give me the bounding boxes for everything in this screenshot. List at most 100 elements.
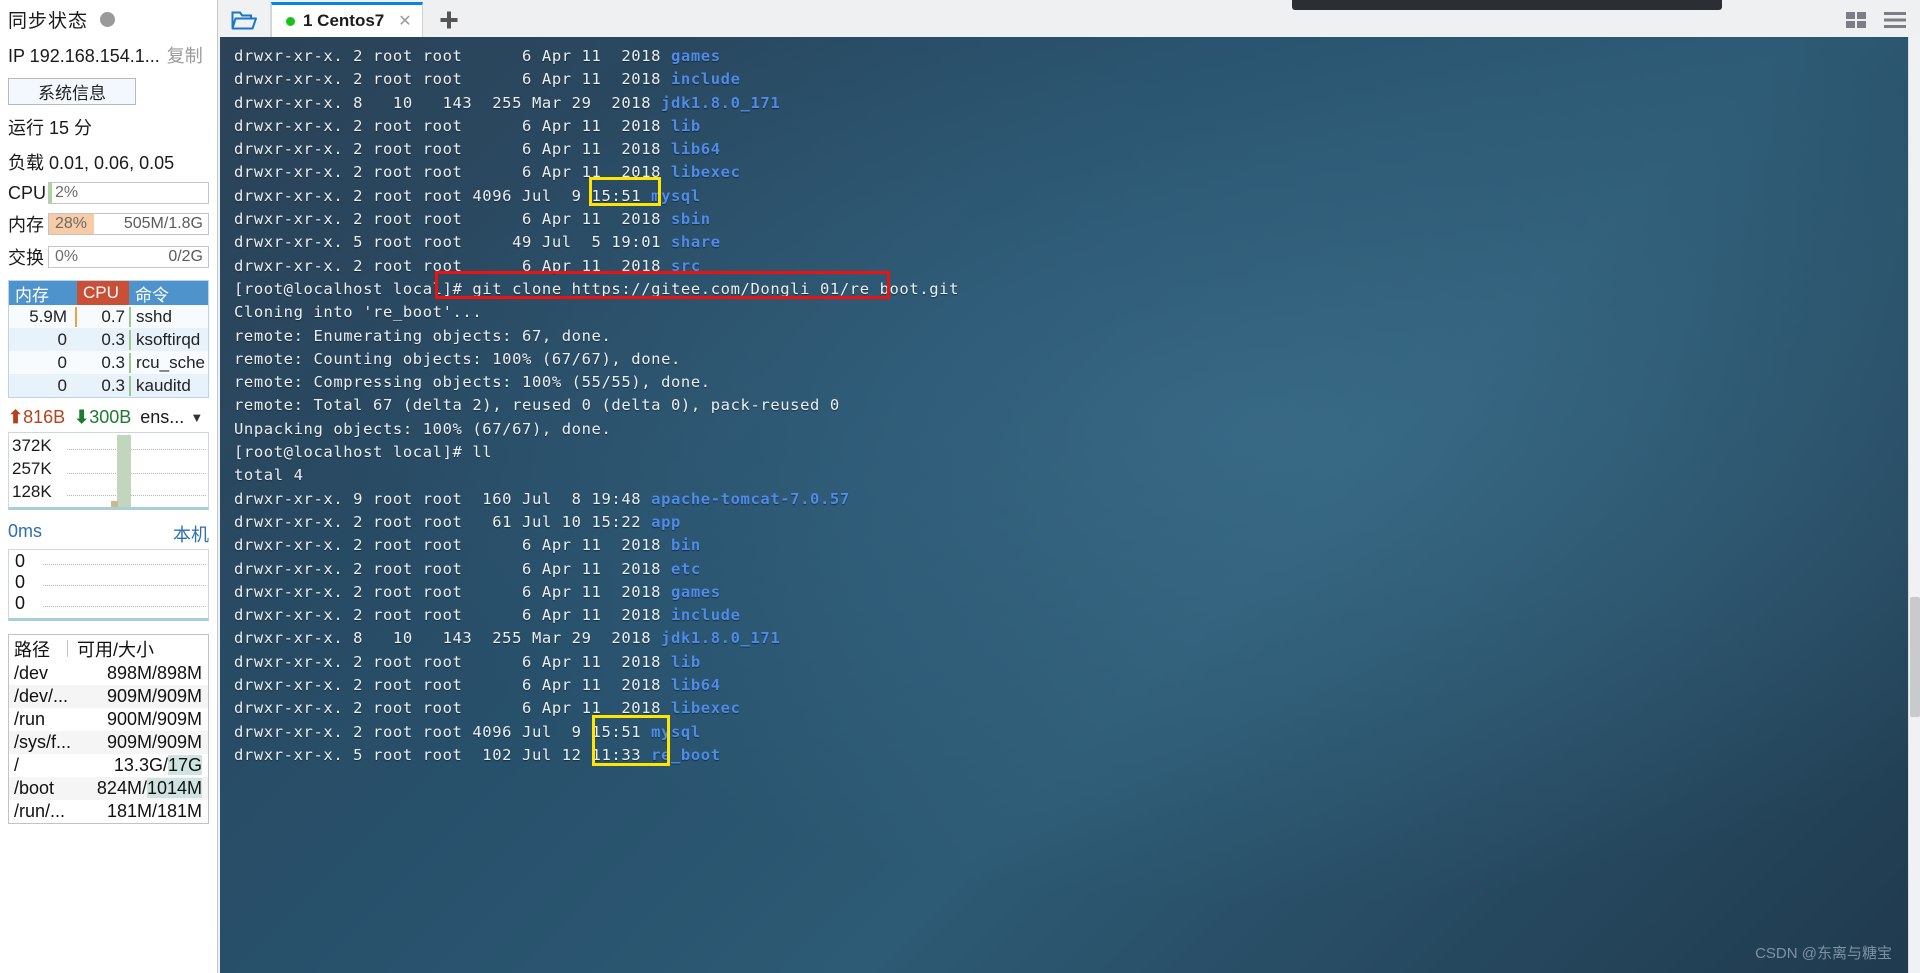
disk-path: /dev/...: [14, 686, 69, 706]
terminal-directory-name: lib: [671, 116, 701, 135]
process-cpu: 0.3: [101, 375, 125, 395]
connected-dot-icon: [286, 16, 295, 26]
ip-row: IP 192.168.154.1... 复制: [8, 42, 209, 68]
terminal-text: drwxr-xr-x. 2 root root 4096 Jul 9 15:51: [234, 722, 652, 741]
disk-path: /run: [14, 709, 46, 729]
process-table: 内存 CPU 命令 5.9M 0.7 sshd 0 0.3 ksoftirqd 0 0.3 rc…: [8, 280, 209, 398]
tab-bar: 1 Centos7 ✕: [218, 0, 1920, 37]
plus-icon[interactable]: [423, 2, 475, 37]
close-icon[interactable]: ✕: [398, 11, 411, 31]
terminal-text: total 4: [234, 466, 304, 485]
terminal-line: Cloning into 're_boot'...: [234, 301, 1908, 324]
terminal-scrollbar[interactable]: [1908, 37, 1920, 973]
memory-label: 内存: [8, 215, 44, 235]
terminal-text: drwxr-xr-x. 2 root root 6 Apr 11 2018: [234, 652, 671, 671]
tab-centos7[interactable]: 1 Centos7 ✕: [271, 2, 423, 37]
scrollbar-thumb[interactable]: [1910, 597, 1920, 717]
process-command: ksoftirqd: [129, 329, 208, 350]
terminal-text: drwxr-xr-x. 2 root root 61 Jul 10 15:22: [234, 512, 652, 531]
process-memory: 0: [57, 329, 67, 349]
status-dot-icon: [100, 12, 116, 27]
terminal-line: drwxr-xr-x. 2 root root 6 Apr 11 2018 ga…: [234, 581, 1908, 604]
terminal-line: total 4: [234, 464, 1908, 487]
arrow-down-icon: ⬇: [74, 407, 90, 427]
disk-size: 824M/1014M: [96, 778, 202, 798]
network-graph-label-2: 257K: [12, 459, 52, 478]
disk-row[interactable]: /sys/f... 909M/909M: [9, 731, 208, 754]
terminal-directory-name: app: [651, 512, 681, 531]
process-header-memory[interactable]: 内存: [9, 281, 77, 305]
terminal-directory-name: games: [671, 47, 721, 65]
terminal-text: drwxr-xr-x. 2 root root 6 Apr 11 2018: [234, 140, 671, 159]
swap-label: 交换: [8, 248, 44, 268]
disk-row[interactable]: /boot 824M/1014M: [9, 777, 208, 800]
terminal-directory-name: lib: [671, 652, 701, 671]
network-traffic-graph: 372K 257K 128K: [8, 432, 209, 510]
network-upload-value: 816B: [23, 407, 66, 427]
terminal-text: drwxr-xr-x. 5 root root 102 Jul 12 11:33: [234, 745, 652, 764]
latency-graph-label-3: 0: [15, 593, 26, 613]
disk-path: /sys/f...: [14, 732, 72, 752]
process-header-cpu[interactable]: CPU: [77, 281, 129, 305]
terminal-line: drwxr-xr-x. 2 root root 6 Apr 11 2018 li…: [234, 674, 1908, 697]
terminal-directory-name: etc: [671, 559, 701, 578]
grid-layout-icon[interactable]: [1838, 5, 1876, 35]
process-row[interactable]: 0 0.3 ksoftirqd: [9, 328, 208, 351]
disk-usage-table: 路径 可用/大小 /dev 898M/898M/dev/... 909M/909M /…: [8, 634, 209, 824]
network-graph-label-3: 128K: [12, 482, 52, 501]
terminal-text: [root@localhost local]# ll: [234, 443, 493, 462]
cpu-meter: 2%: [48, 182, 209, 204]
network-graph-bar: [111, 501, 118, 507]
cpu-label: CPU: [8, 182, 47, 203]
latency-graph-label-1: 0: [15, 551, 26, 571]
hamburger-menu-icon[interactable]: [1876, 5, 1914, 35]
process-header-command[interactable]: 命令: [129, 281, 208, 305]
process-row[interactable]: 5.9M 0.7 sshd: [9, 305, 208, 328]
terminal-text: drwxr-xr-x. 2 root root 6 Apr 11 2018: [234, 582, 671, 601]
terminal-text: remote: Enumerating objects: 67, done.: [234, 326, 612, 345]
swap-amount: 0/2G: [168, 248, 203, 265]
terminal-line: drwxr-xr-x. 5 root root 49 Jul 5 19:01 s…: [234, 231, 1908, 254]
terminal-directory-name: include: [671, 70, 741, 89]
terminal-text: Cloning into 're_boot'...: [234, 303, 483, 322]
sync-status-row: 同步状态: [8, 6, 209, 33]
process-row[interactable]: 0 0.3 kauditd: [9, 374, 208, 397]
terminal-directory-name: mysql: [651, 722, 701, 741]
terminal-text: Unpacking objects: 100% (67/67), done.: [234, 419, 612, 438]
terminal-screen[interactable]: drwxr-xr-x. 2 root root 6 Apr 11 2018 ga…: [220, 37, 1908, 973]
copy-ip-button[interactable]: 复制: [167, 42, 203, 68]
terminal-text: drwxr-xr-x. 2 root root 6 Apr 11 2018: [234, 536, 671, 555]
terminal-line: drwxr-xr-x. 2 root root 6 Apr 11 2018 in…: [234, 68, 1908, 91]
terminal-line: drwxr-xr-x. 2 root root 6 Apr 11 2018 bi…: [234, 534, 1908, 557]
disk-row[interactable]: /run 900M/909M: [9, 708, 208, 731]
terminal-directory-name: include: [671, 606, 741, 625]
disk-size: 13.3G/17G: [113, 755, 202, 775]
chevron-down-icon[interactable]: ▼: [190, 410, 203, 425]
system-info-button[interactable]: 系统信息: [8, 78, 136, 105]
process-row[interactable]: 0 0.3 rcu_sche: [9, 351, 208, 374]
disk-row[interactable]: /dev/... 909M/909M: [9, 685, 208, 708]
folder-open-icon[interactable]: [218, 2, 271, 37]
process-cpu: 0.7: [101, 306, 125, 326]
disk-row[interactable]: /dev 898M/898M: [9, 662, 208, 685]
terminal-directory-name: sbin: [671, 210, 711, 229]
process-command: sshd: [129, 306, 208, 327]
terminal-directory-name: lib64: [671, 676, 721, 695]
terminal-text: drwxr-xr-x. 2 root root 6 Apr 11 2018: [234, 163, 671, 182]
network-interface-label[interactable]: ens...: [140, 407, 184, 428]
terminal-directory-name: libexec: [671, 699, 741, 718]
terminal-directory-name: bin: [671, 536, 701, 555]
terminal-text: drwxr-xr-x. 2 root root 6 Apr 11 2018: [234, 70, 671, 89]
terminal-text: drwxr-xr-x. 2 root root 6 Apr 11 2018: [234, 47, 671, 65]
process-memory: 5.9M: [9, 306, 77, 327]
swap-percent: 0%: [55, 248, 79, 265]
process-table-header: 内存 CPU 命令: [9, 281, 208, 305]
terminal-line: drwxr-xr-x. 8 10 143 255 Mar 29 2018 jdk…: [234, 627, 1908, 650]
disk-table-body: /dev 898M/898M/dev/... 909M/909M/run 900M/9…: [9, 662, 208, 823]
latency-target[interactable]: 本机: [173, 521, 209, 547]
terminal-directory-name: lib64: [671, 140, 721, 159]
disk-row[interactable]: /run/... 181M/181M: [9, 800, 208, 823]
disk-row[interactable]: / 13.3G/17G: [9, 754, 208, 777]
terminal-line: drwxr-xr-x. 2 root root 4096 Jul 9 15:51…: [234, 185, 1908, 208]
terminal-text: drwxr-xr-x. 9 root root 160 Jul 8 19:48: [234, 489, 652, 508]
